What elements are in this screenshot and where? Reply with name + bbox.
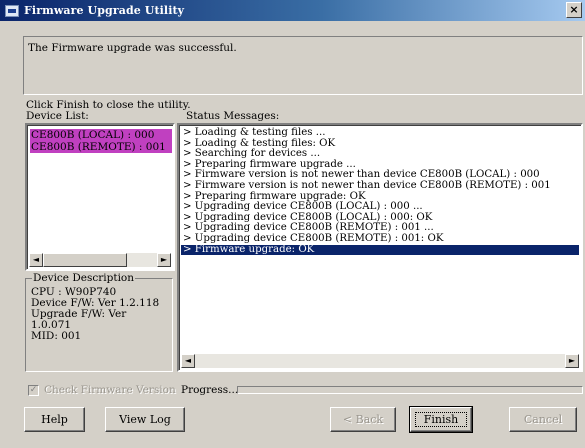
device-item-local[interactable]: CE800B (LOCAL) : 000 [30, 129, 172, 141]
cancel-button[interactable]: Cancel [509, 407, 577, 432]
scroll-left-icon[interactable]: ◄ [29, 253, 43, 267]
message-panel: The Firmware upgrade was successful. [23, 36, 583, 95]
finish-button[interactable]: Finish [409, 406, 473, 433]
progress-label: Progress... [181, 384, 239, 396]
status-line[interactable]: > Loading & testing files ... [183, 127, 325, 139]
status-line[interactable]: > Firmware version is not newer than dev… [183, 180, 551, 192]
status-line[interactable]: > Upgrading device CE800B (REMOTE) : 001… [183, 233, 443, 245]
status-messages-box[interactable]: > Loading & testing files ... > Loading &… [177, 123, 583, 372]
device-description-legend: Device Description [32, 272, 136, 284]
status-messages-label: Status Messages: [186, 110, 280, 122]
view-log-button[interactable]: View Log [105, 407, 185, 432]
device-mid: MID: 001 [31, 330, 82, 342]
check-firmware-checkbox[interactable]: ✓ [28, 385, 39, 396]
device-list-scrollbar[interactable]: ◄ ► [29, 253, 171, 267]
title-bar: Firmware Upgrade Utility × [0, 0, 585, 21]
help-button[interactable]: Help [24, 407, 85, 432]
success-message: The Firmware upgrade was successful. [28, 42, 237, 54]
close-button[interactable]: × [566, 2, 582, 18]
scroll-right-icon[interactable]: ► [565, 354, 579, 368]
device-item-remote[interactable]: CE800B (REMOTE) : 001 [30, 141, 172, 153]
progress-bar [237, 386, 583, 394]
status-line[interactable]: > Firmware upgrade: OK [181, 244, 579, 256]
status-scrollbar[interactable]: ◄ ► [181, 354, 579, 368]
scroll-thumb[interactable] [43, 253, 127, 267]
check-firmware-label: Check Firmware Version [44, 384, 176, 396]
device-list[interactable]: CE800B (LOCAL) : 000 CE800B (REMOTE) : 0… [25, 123, 175, 271]
back-button[interactable]: < Back [330, 407, 396, 432]
device-description-group: Device Description CPU : W90P740 Device … [25, 272, 173, 372]
device-list-label: Device List: [26, 110, 89, 122]
focus-ring [415, 412, 467, 427]
app-icon [5, 4, 19, 17]
scroll-left-icon[interactable]: ◄ [181, 354, 195, 368]
scroll-right-icon[interactable]: ► [157, 253, 171, 267]
window-title: Firmware Upgrade Utility [24, 4, 185, 17]
